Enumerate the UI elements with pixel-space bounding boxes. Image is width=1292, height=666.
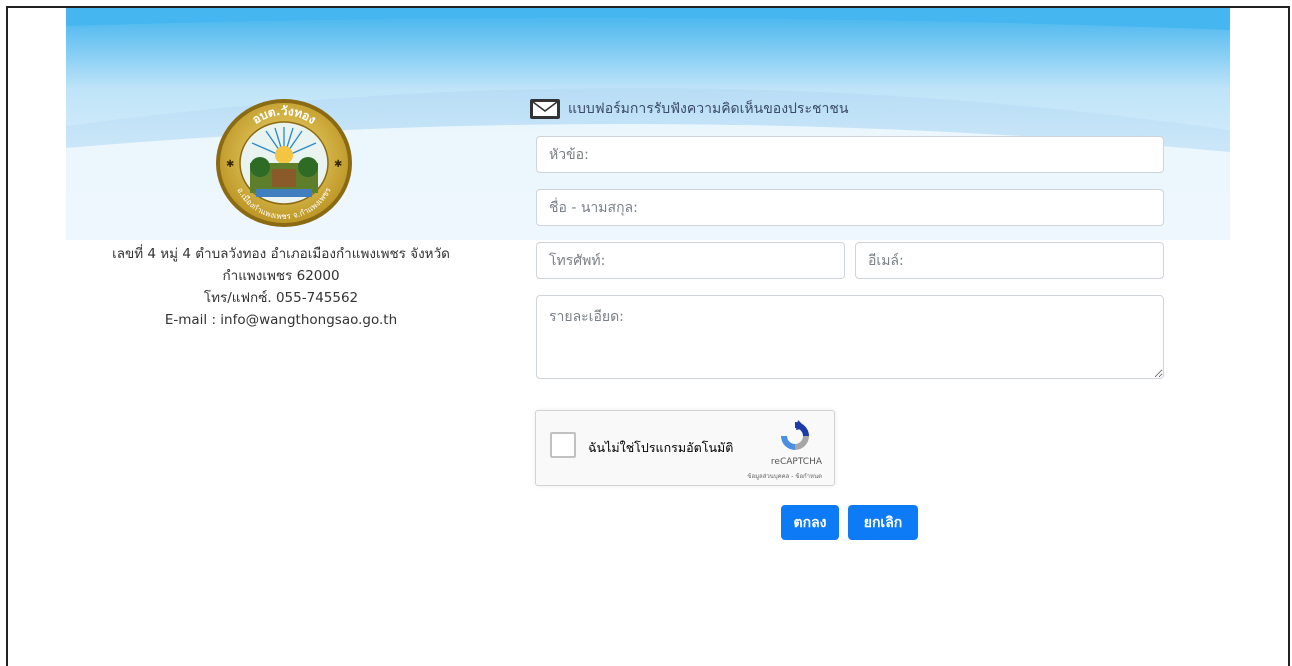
subject-input[interactable] [536, 136, 1164, 173]
recaptcha-checkbox[interactable] [550, 432, 576, 458]
address-line-1: เลขที่ 4 หมู่ 4 ตำบลวังทอง อำเภอเมืองกำแ… [112, 246, 450, 262]
submit-button[interactable]: ตกลง [781, 505, 839, 540]
cancel-button[interactable]: ยกเลิก [848, 505, 918, 540]
svg-text:✱: ✱ [334, 159, 342, 170]
form-header: แบบฟอร์มการรับฟังความคิดเห็นของประชาชน [530, 98, 848, 120]
svg-text:✱: ✱ [226, 159, 234, 170]
form-title: แบบฟอร์มการรับฟังความคิดเห็นของประชาชน [568, 101, 849, 117]
recaptcha-logo-icon [781, 420, 809, 450]
recaptcha-widget: ฉันไม่ใช่โปรแกรมอัตโนมัติ reCAPTCHA ข้อม… [535, 410, 835, 486]
address-line-2: กำแพงเพชร 62000 [222, 268, 340, 284]
email-input[interactable] [855, 242, 1164, 279]
phone-input[interactable] [536, 242, 845, 279]
email-text: E-mail : info@wangthongsao.go.th [164, 312, 398, 328]
mail-icon [530, 99, 560, 119]
recaptcha-brand: reCAPTCHA [770, 457, 822, 467]
recaptcha-privacy-terms-link[interactable]: ข้อมูลส่วนบุคคล - ข้อกำหนด [747, 471, 822, 481]
fullname-input[interactable] [536, 189, 1164, 226]
organization-seal-logo: อบต.วังทอง อ.เมืองกำแพงเพชร จ.กำแพงเพชร … [214, 97, 354, 229]
contact-address: เลขที่ 4 หมู่ 4 ตำบลวังทอง อำเภอเมืองกำแ… [66, 243, 496, 331]
recaptcha-label: ฉันไม่ใช่โปรแกรมอัตโนมัติ [588, 440, 734, 455]
details-textarea[interactable] [536, 295, 1164, 379]
phone-fax: โทร/แฟกซ์. 055-745562 [203, 290, 359, 306]
